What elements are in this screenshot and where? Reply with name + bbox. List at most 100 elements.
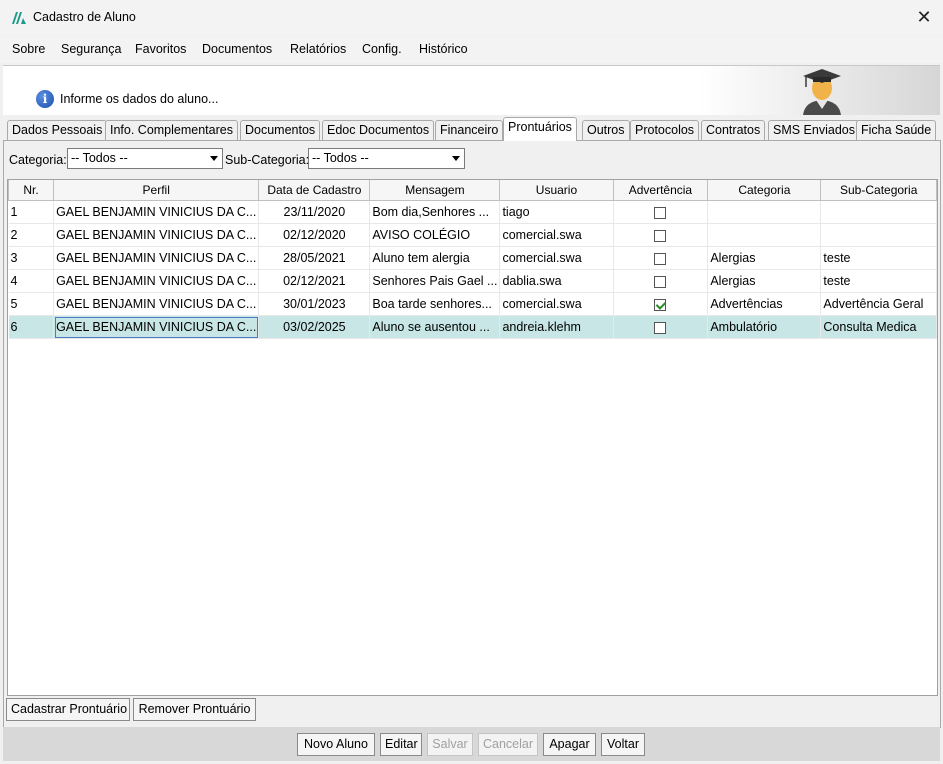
tab-info-complementares[interactable]: Info. Complementares [105, 120, 238, 140]
advertencia-checkbox[interactable] [654, 298, 667, 311]
menu-favoritos[interactable]: Favoritos [135, 42, 186, 56]
tab-contratos[interactable]: Contratos [701, 120, 766, 140]
cell-perfil[interactable]: GAEL BENJAMIN VINICIUS DA C... [53, 269, 260, 293]
cell-usuario[interactable]: comercial.swa [499, 246, 614, 270]
cell-mensagem[interactable]: Boa tarde senhores... [369, 292, 501, 316]
cell-advertencia[interactable] [613, 315, 709, 339]
advertencia-checkbox[interactable] [654, 229, 667, 242]
cell-advertencia[interactable] [613, 200, 709, 224]
cell-categoria[interactable]: Ambulatório [707, 315, 822, 339]
cell-nr[interactable]: 5 [8, 292, 55, 316]
cell-categoria[interactable]: Advertências [707, 292, 822, 316]
cell-data[interactable]: 03/02/2025 [258, 315, 371, 339]
cell-nr[interactable]: 2 [8, 223, 55, 247]
cell-data[interactable]: 02/12/2021 [258, 269, 371, 293]
cell-perfil[interactable]: GAEL BENJAMIN VINICIUS DA C... [53, 315, 260, 339]
cell-advertencia[interactable] [613, 292, 709, 316]
cell-subcategoria[interactable]: teste [820, 246, 937, 270]
cell-subcategoria[interactable] [820, 223, 937, 247]
cell-categoria[interactable] [707, 200, 822, 224]
categoria-select[interactable]: -- Todos -- [67, 148, 223, 169]
cell-data[interactable]: 28/05/2021 [258, 246, 371, 270]
graduate-avatar-icon [803, 69, 841, 115]
table-row[interactable]: 6 GAEL BENJAMIN VINICIUS DA C... 03/02/202… [8, 315, 937, 339]
cell-advertencia[interactable] [613, 269, 709, 293]
cell-categoria[interactable] [707, 223, 822, 247]
cell-nr[interactable]: 1 [8, 200, 55, 224]
col-header-data[interactable]: Data de Cadastro [258, 180, 371, 201]
cell-perfil[interactable]: GAEL BENJAMIN VINICIUS DA C... [53, 200, 260, 224]
tab-ficha-saude[interactable]: Ficha Saúde [856, 120, 937, 140]
col-header-categoria[interactable]: Categoria [707, 180, 822, 201]
col-header-advertencia[interactable]: Advertência [612, 180, 709, 201]
col-header-nr[interactable]: Nr. [8, 180, 55, 201]
cell-data[interactable]: 23/11/2020 [258, 200, 371, 224]
cell-nr[interactable]: 4 [8, 269, 55, 293]
cell-data[interactable]: 30/01/2023 [258, 292, 371, 316]
cell-categoria[interactable]: Alergias [707, 269, 822, 293]
col-header-subcategoria[interactable]: Sub-Categoria [820, 180, 937, 201]
cell-mensagem[interactable]: Senhores Pais Gael ... [369, 269, 501, 293]
cell-nr[interactable]: 3 [8, 246, 55, 270]
table-row[interactable]: 2 GAEL BENJAMIN VINICIUS DA C... 02/12/202… [8, 223, 937, 247]
cell-data[interactable]: 02/12/2020 [258, 223, 371, 247]
table-row[interactable]: 3 GAEL BENJAMIN VINICIUS DA C... 28/05/202… [8, 246, 937, 270]
tab-documentos[interactable]: Documentos [240, 120, 321, 140]
cell-usuario[interactable]: dablia.swa [499, 269, 614, 293]
cell-nr[interactable]: 6 [8, 315, 55, 339]
col-header-mensagem[interactable]: Mensagem [369, 180, 501, 201]
cell-advertencia[interactable] [613, 223, 709, 247]
col-header-perfil[interactable]: Perfil [53, 180, 260, 201]
cell-usuario[interactable]: comercial.swa [499, 223, 614, 247]
advertencia-checkbox[interactable] [654, 252, 667, 265]
cell-subcategoria[interactable] [820, 200, 937, 224]
cell-usuario[interactable]: andreia.klehm [499, 315, 614, 339]
tab-outros[interactable]: Outros [582, 120, 630, 140]
tab-financeiro[interactable]: Financeiro [435, 120, 504, 140]
menu-historico[interactable]: Histórico [419, 42, 468, 56]
cell-perfil[interactable]: GAEL BENJAMIN VINICIUS DA C... [53, 223, 260, 247]
col-header-usuario[interactable]: Usuario [499, 180, 614, 201]
menu-relatorios[interactable]: Relatórios [290, 42, 346, 56]
cell-subcategoria[interactable]: Consulta Medica [820, 315, 937, 339]
cell-mensagem[interactable]: Aluno se ausentou ... [369, 315, 501, 339]
cell-advertencia[interactable] [613, 246, 709, 270]
advertencia-checkbox[interactable] [654, 275, 667, 288]
remover-prontuario-button[interactable]: Remover Prontuário [133, 698, 256, 721]
prontuarios-grid[interactable]: Nr. Perfil Data de Cadastro Mensagem Usu… [7, 179, 938, 696]
close-icon[interactable]: ✕ [913, 6, 935, 28]
cell-perfil[interactable]: GAEL BENJAMIN VINICIUS DA C... [53, 246, 260, 270]
cell-usuario[interactable]: comercial.swa [499, 292, 614, 316]
chevron-down-icon [452, 156, 460, 161]
cell-perfil[interactable]: GAEL BENJAMIN VINICIUS DA C... [53, 292, 260, 316]
menu-sobre[interactable]: Sobre [12, 42, 45, 56]
menu-config[interactable]: Config. [362, 42, 402, 56]
table-row[interactable]: 1 GAEL BENJAMIN VINICIUS DA C... 23/11/202… [8, 200, 937, 224]
cadastrar-prontuario-button[interactable]: Cadastrar Prontuário [6, 698, 130, 721]
advertencia-checkbox[interactable] [654, 321, 667, 334]
menu-seguranca[interactable]: Segurança [61, 42, 121, 56]
menu-documentos[interactable]: Documentos [202, 42, 272, 56]
cell-mensagem[interactable]: Bom dia,Senhores ... [369, 200, 501, 224]
novo-aluno-button[interactable]: Novo Aluno [297, 733, 375, 756]
editar-button[interactable]: Editar [380, 733, 422, 756]
tab-sms-enviados[interactable]: SMS Enviados [768, 120, 860, 140]
cancelar-button[interactable]: Cancelar [478, 733, 538, 756]
cell-subcategoria[interactable]: Advertência Geral [820, 292, 937, 316]
cell-mensagem[interactable]: Aluno tem alergia [369, 246, 501, 270]
tab-edoc-documentos[interactable]: Edoc Documentos [322, 120, 435, 140]
cell-mensagem[interactable]: AVISO COLÉGIO [369, 223, 501, 247]
tab-dados-pessoais[interactable]: Dados Pessoais [7, 120, 108, 140]
cell-subcategoria[interactable]: teste [820, 269, 937, 293]
table-row[interactable]: 5 GAEL BENJAMIN VINICIUS DA C... 30/01/202… [8, 292, 937, 316]
salvar-button[interactable]: Salvar [427, 733, 473, 756]
cell-categoria[interactable]: Alergias [707, 246, 822, 270]
voltar-button[interactable]: Voltar [601, 733, 645, 756]
cell-usuario[interactable]: tiago [499, 200, 614, 224]
subcategoria-select[interactable]: -- Todos -- [308, 148, 465, 169]
tab-protocolos[interactable]: Protocolos [630, 120, 700, 140]
apagar-button[interactable]: Apagar [543, 733, 596, 756]
tab-prontuarios[interactable]: Prontuários [503, 117, 577, 141]
table-row[interactable]: 4 GAEL BENJAMIN VINICIUS DA C... 02/12/202… [8, 269, 937, 293]
advertencia-checkbox[interactable] [654, 206, 667, 219]
